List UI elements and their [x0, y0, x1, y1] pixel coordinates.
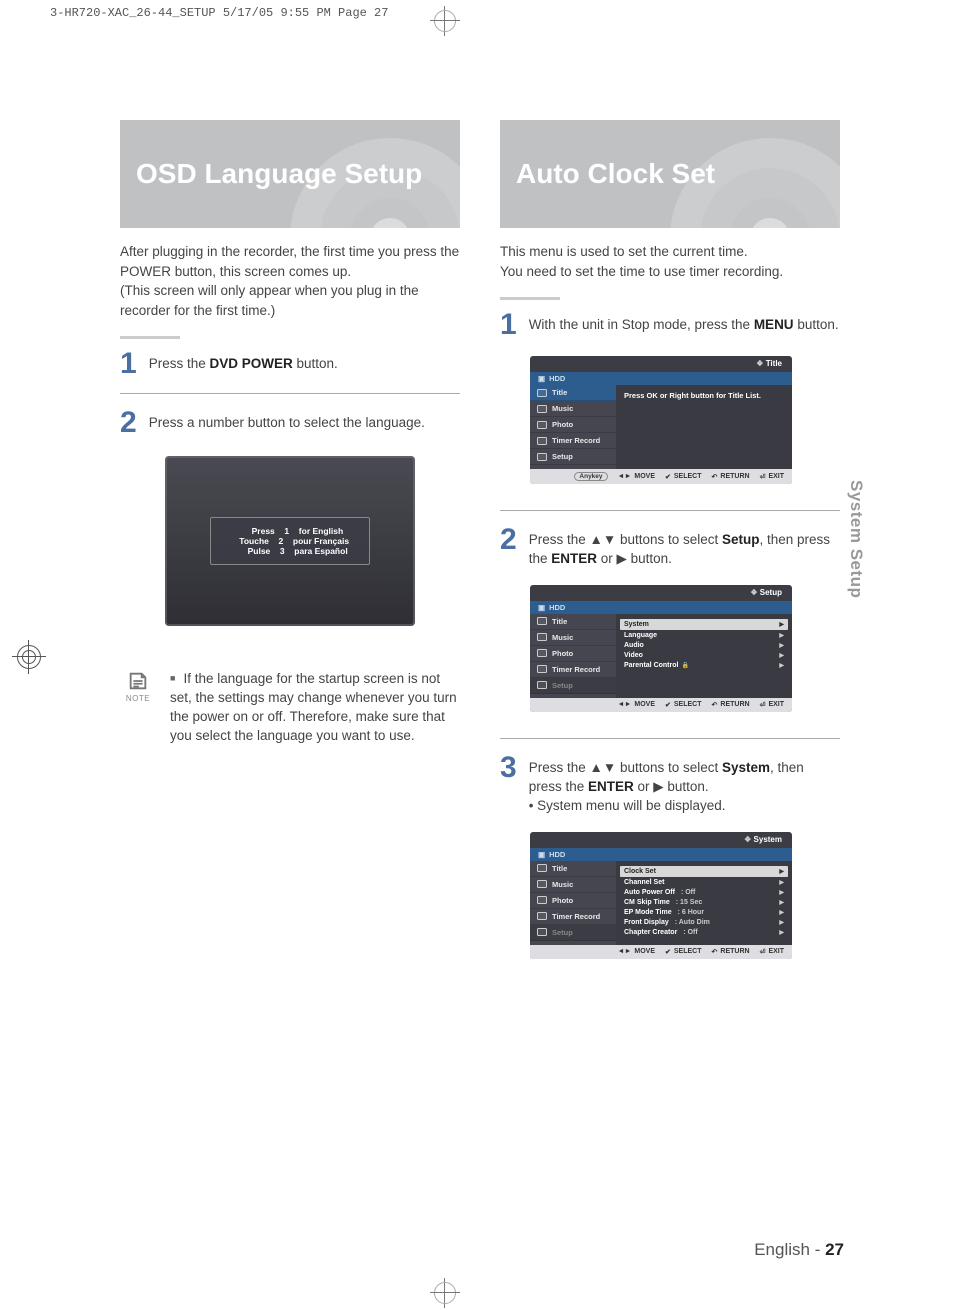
- osd-hdd-bar: ▣HDD: [530, 372, 792, 385]
- step-text: Press a number button to select the lang…: [149, 408, 425, 438]
- osd-lang-row: Touche2pour Français: [225, 536, 355, 546]
- osd-hdd-bar: ▣HDD: [530, 848, 792, 861]
- osd-side-item: Setup: [530, 449, 616, 465]
- step-1-right: 1 With the unit in Stop mode, press the …: [500, 310, 840, 340]
- osd-option-row: Auto Power Off: Off: [624, 888, 784, 898]
- osd-option-row: Chapter Creator: Off: [624, 928, 784, 938]
- step-number: 3: [500, 753, 517, 816]
- divider: [500, 297, 560, 300]
- step-text: Press the ▲▼ buttons to select Setup, th…: [529, 525, 840, 569]
- osd-option-row: Front Display: Auto Dim: [624, 918, 784, 928]
- right-column: Auto Clock Set This menu is used to set …: [500, 120, 840, 959]
- osd-footer: ◄► MOVE ✔ SELECT ↶ RETURN ⏎ EXIT: [530, 945, 792, 959]
- crop-mark-bottom: [430, 1278, 460, 1308]
- osd-language-screen: Press1for EnglishTouche2pour FrançaisPul…: [165, 456, 415, 626]
- osd-hdd-bar: ▣HDD: [530, 601, 792, 614]
- registration-mark-left: [12, 640, 46, 674]
- note-block: NOTE If the language for the startup scr…: [120, 670, 460, 746]
- step-1-left: 1 Press the DVD POWER button.: [120, 349, 460, 379]
- section-tab: System Setup: [846, 480, 866, 598]
- osd-screen-system: System ▣HDD TitleMusicPhotoTimer RecordS…: [530, 832, 792, 959]
- osd-option-row: Clock Set: [620, 866, 788, 877]
- step-2-left: 2 Press a number button to select the la…: [120, 408, 460, 438]
- step-text: With the unit in Stop mode, press the ME…: [529, 310, 839, 340]
- print-header: 3-HR720-XAC_26-44_SETUP 5/17/05 9:55 PM …: [50, 6, 388, 20]
- osd-option-row: Channel Set: [624, 878, 784, 888]
- osd-footer: Anykey ◄► MOVE ✔ SELECT ↶ RETURN ⏎ EXIT: [530, 469, 792, 484]
- hero-osd-language: OSD Language Setup: [120, 120, 460, 228]
- osd-side-item: Music: [530, 401, 616, 417]
- divider: [500, 738, 840, 739]
- osd-side-item: Title: [530, 861, 616, 877]
- osd-option-row: Audio: [624, 641, 784, 651]
- step-text: Press the DVD POWER button.: [149, 349, 338, 379]
- osd-message: Press OK or Right button for Title List.: [624, 391, 784, 402]
- osd-option-row: Video: [624, 651, 784, 661]
- osd-option-row: CM Skip Time: 15 Sec: [624, 898, 784, 908]
- osd-side-item: Timer Record: [530, 909, 616, 925]
- note-icon: [127, 670, 149, 692]
- page-footer: English - 27: [754, 1240, 844, 1260]
- osd-side-item: Title: [530, 614, 616, 630]
- heading-auto-clock: Auto Clock Set: [516, 158, 715, 190]
- intro-right: This menu is used to set the current tim…: [500, 242, 840, 281]
- step-number: 1: [120, 349, 137, 379]
- note-text: If the language for the startup screen i…: [170, 670, 460, 746]
- osd-screen-title: Title ▣HDD TitleMusicPhotoTimer RecordSe…: [530, 356, 792, 484]
- left-column: OSD Language Setup After plugging in the…: [120, 120, 460, 959]
- osd-lang-row: Pulse3para Español: [225, 546, 355, 556]
- osd-option-row: System: [620, 619, 788, 630]
- osd-header: System: [744, 835, 782, 844]
- osd-option-row: Language: [624, 631, 784, 641]
- osd-header: Setup: [750, 588, 782, 597]
- osd-option-row: EP Mode Time: 6 Hour: [624, 908, 784, 918]
- step-2-right: 2 Press the ▲▼ buttons to select Setup, …: [500, 525, 840, 569]
- step-number: 1: [500, 310, 517, 340]
- osd-side-item: Music: [530, 630, 616, 646]
- divider: [500, 510, 840, 511]
- step-3-right: 3 Press the ▲▼ buttons to select System,…: [500, 753, 840, 816]
- hero-auto-clock: Auto Clock Set: [500, 120, 840, 228]
- osd-side-item: Timer Record: [530, 433, 616, 449]
- divider: [120, 336, 180, 339]
- osd-side-item: Setup: [530, 678, 616, 694]
- crop-mark-top: [430, 6, 460, 36]
- step-text: Press the ▲▼ buttons to select System, t…: [529, 753, 840, 816]
- osd-screen-setup: Setup ▣HDD TitleMusicPhotoTimer RecordSe…: [530, 585, 792, 712]
- step-number: 2: [500, 525, 517, 569]
- osd-side-item: Timer Record: [530, 662, 616, 678]
- note-label: NOTE: [126, 694, 150, 703]
- osd-header: Title: [756, 359, 782, 368]
- osd-side-item: Music: [530, 877, 616, 893]
- intro-left: After plugging in the recorder, the firs…: [120, 242, 460, 320]
- osd-lang-row: Press1for English: [225, 526, 355, 536]
- divider: [120, 393, 460, 394]
- osd-footer: ◄► MOVE ✔ SELECT ↶ RETURN ⏎ EXIT: [530, 698, 792, 712]
- osd-side-item: Photo: [530, 646, 616, 662]
- osd-side-item: Setup: [530, 925, 616, 941]
- step-number: 2: [120, 408, 137, 438]
- heading-osd-language: OSD Language Setup: [136, 158, 422, 190]
- osd-side-item: Title: [530, 385, 616, 401]
- osd-side-item: Photo: [530, 417, 616, 433]
- osd-side-item: Photo: [530, 893, 616, 909]
- osd-option-row: Parental Control: [624, 661, 784, 671]
